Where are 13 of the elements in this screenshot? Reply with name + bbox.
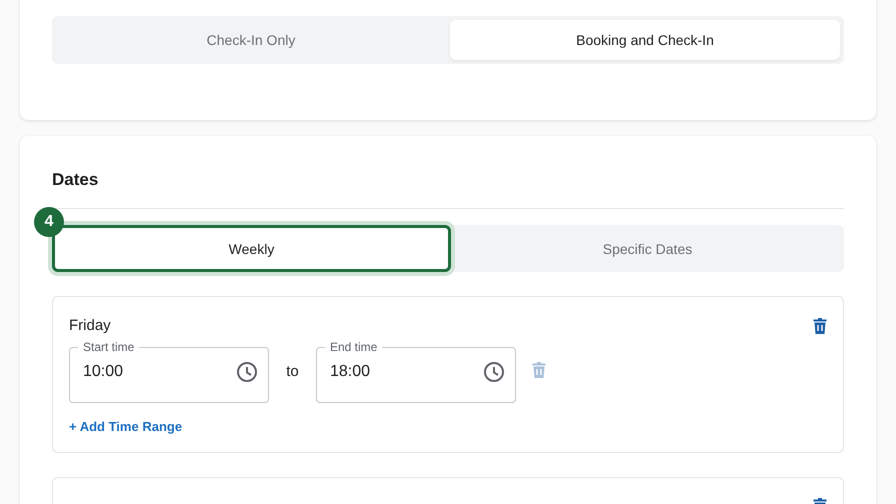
separator-text: to [285,363,300,380]
schedule-tab[interactable]: Specific Dates [451,225,844,272]
clock-icon[interactable] [483,361,505,383]
step-badge: 4 [34,207,64,237]
mode-tab[interactable]: Check-In Only [56,20,446,60]
mode-tab[interactable]: Booking and Check-In [450,20,840,60]
section-title: Dates [52,170,844,209]
clock-icon[interactable] [236,361,258,383]
trash-icon[interactable] [813,318,827,334]
end-time-field[interactable]: End time 18:00 [316,340,516,403]
add-time-range-link[interactable]: + Add Time Range [69,419,182,434]
day-name: Friday [69,317,111,334]
start-time-field[interactable]: Start time 10:00 [69,340,269,403]
